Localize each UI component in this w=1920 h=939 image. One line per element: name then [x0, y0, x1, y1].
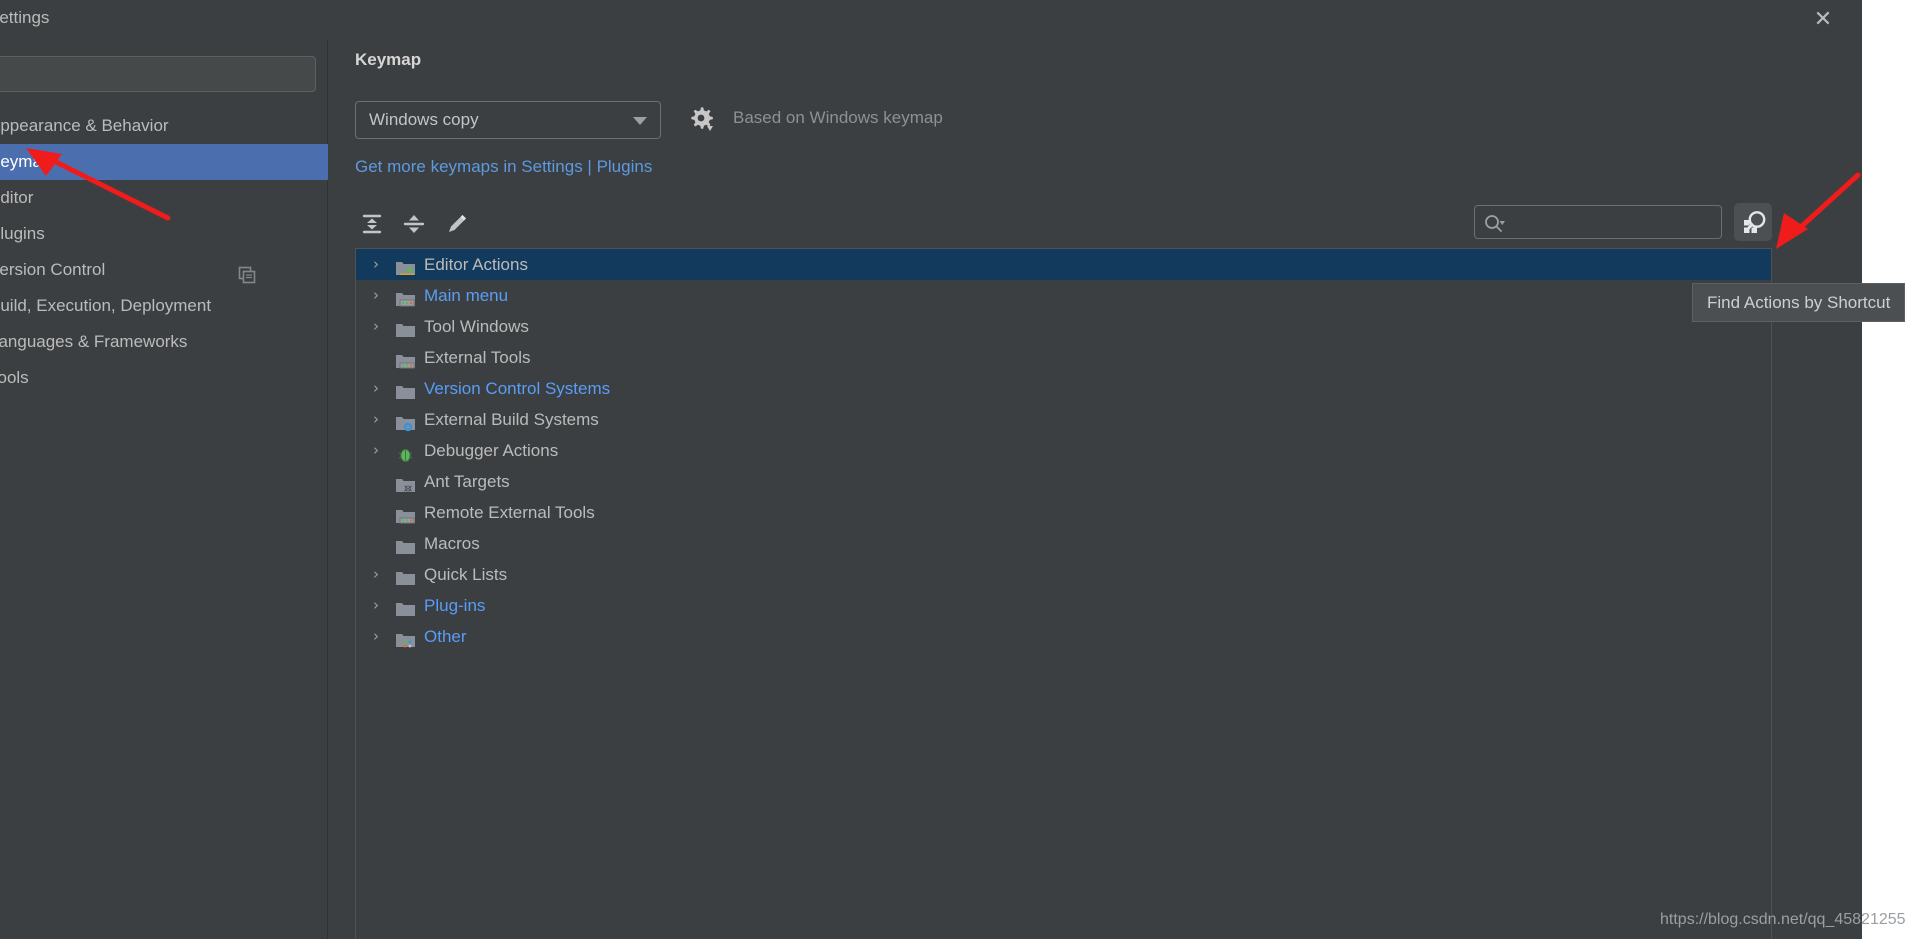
- chevron-right-icon[interactable]: ›: [368, 373, 384, 404]
- settings-dialog: Settings ✕ Appearance & Behavior Keymap …: [0, 0, 1862, 939]
- dialog-title: Settings: [0, 8, 50, 27]
- tree-row[interactable]: › Main menu: [356, 280, 1771, 311]
- chevron-right-icon[interactable]: ›: [368, 435, 384, 466]
- tree-row-label: Plug-ins: [424, 596, 486, 615]
- chevron-right-icon[interactable]: ›: [368, 621, 384, 652]
- tooltip-find-actions-by-shortcut: Find Actions by Shortcut: [1692, 283, 1906, 322]
- tree-row-label: Editor Actions: [424, 255, 528, 274]
- folder-icon: [396, 318, 415, 337]
- tree-row-label: Other: [424, 627, 467, 646]
- tree-row[interactable]: Ant Targets: [356, 466, 1771, 497]
- find-actions-by-shortcut-icon[interactable]: [1734, 203, 1772, 241]
- folder-tools-icon: [396, 349, 415, 369]
- keymap-tree[interactable]: › Editor Actions › Main menu › Tool Wind…: [355, 248, 1772, 939]
- bug-icon: [396, 442, 415, 462]
- folder-other-icon: [396, 628, 415, 648]
- sidebar-item-label: Editor: [0, 188, 34, 207]
- folder-icon: [396, 597, 415, 616]
- tree-row[interactable]: › Quick Lists: [356, 559, 1771, 590]
- sidebar-item-label: Languages & Frameworks: [0, 332, 188, 351]
- tree-row-label: Macros: [424, 534, 480, 553]
- sidebar-item-keymap[interactable]: Keymap: [0, 144, 328, 180]
- copy-icon[interactable]: [238, 261, 256, 284]
- tree-row[interactable]: › External Build Systems: [356, 404, 1771, 435]
- sidebar-item-list: Appearance & Behavior Keymap Editor Plug…: [0, 108, 328, 396]
- sidebar-item-languages-frameworks[interactable]: Languages & Frameworks: [0, 324, 328, 360]
- search-icon: [1483, 213, 1509, 233]
- watermark: https://blog.csdn.net/qq_45821255: [1660, 911, 1906, 928]
- keymap-select[interactable]: Windows copy: [355, 101, 661, 139]
- chevron-right-icon[interactable]: ›: [368, 249, 384, 280]
- sidebar-item-label: Version Control: [0, 260, 106, 279]
- chevron-right-icon[interactable]: ›: [368, 559, 384, 590]
- tree-row[interactable]: External Tools: [356, 342, 1771, 373]
- folder-icon: [396, 380, 415, 399]
- keymap-select-value: Windows copy: [369, 110, 479, 129]
- sidebar-item-label: Appearance & Behavior: [0, 116, 169, 135]
- folder-tools-icon: [396, 504, 415, 524]
- tree-row[interactable]: Macros: [356, 528, 1771, 559]
- sidebar-item-build-execution-deployment[interactable]: Build, Execution, Deployment: [0, 288, 328, 324]
- edit-shortcut-icon[interactable]: [440, 207, 474, 241]
- tree-row[interactable]: › Editor Actions: [356, 249, 1771, 280]
- folder-ant-icon: [396, 473, 415, 492]
- expand-all-icon[interactable]: [355, 207, 389, 241]
- folder-build-icon: [396, 411, 415, 432]
- get-more-keymaps-link[interactable]: Get more keymaps in Settings | Plugins: [355, 157, 652, 177]
- folder-editor-icon: [396, 256, 415, 275]
- tree-row[interactable]: › Plug-ins: [356, 590, 1771, 621]
- folder-icon: [396, 535, 415, 554]
- folder-menu-icon: [396, 287, 415, 307]
- tree-row[interactable]: › Other: [356, 621, 1771, 652]
- screenshot-root: ✕ 清单 Settings ✕: [0, 0, 1920, 939]
- sidebar-item-appearance-behavior[interactable]: Appearance & Behavior: [0, 108, 328, 144]
- tree-row[interactable]: › Version Control Systems: [356, 373, 1771, 404]
- sidebar-item-label: Plugins: [0, 224, 45, 243]
- sidebar-search-input[interactable]: [0, 56, 316, 92]
- close-icon[interactable]: ✕: [1808, 5, 1838, 35]
- tree-row-label: Ant Targets: [424, 472, 510, 491]
- search-input[interactable]: [1474, 205, 1722, 239]
- tree-row-label: Debugger Actions: [424, 441, 559, 460]
- keymap-pane: Keymap Windows copy Based on Windows key…: [329, 40, 1862, 939]
- chevron-right-icon[interactable]: ›: [368, 311, 384, 342]
- page-title: Keymap: [355, 50, 422, 69]
- background-browser-window: ✕ 清单: [1862, 0, 1920, 939]
- folder-icon: [396, 566, 415, 585]
- sidebar-item-tools[interactable]: Tools: [0, 360, 328, 396]
- collapse-all-icon[interactable]: [397, 207, 431, 241]
- settings-sidebar: Appearance & Behavior Keymap Editor Plug…: [0, 40, 328, 939]
- sidebar-item-label: Tools: [0, 368, 29, 387]
- chevron-down-icon: [633, 117, 647, 125]
- tree-row-label: Version Control Systems: [424, 379, 611, 398]
- tree-row-label: Main menu: [424, 286, 509, 305]
- based-on-keymap-text: Based on Windows keymap: [733, 108, 943, 127]
- dialog-titlebar: Settings ✕: [0, 0, 1862, 40]
- sidebar-item-plugins[interactable]: Plugins: [0, 216, 328, 252]
- tree-row[interactable]: › Tool Windows: [356, 311, 1771, 342]
- tree-row-label: Remote External Tools: [424, 503, 595, 522]
- sidebar-item-editor[interactable]: Editor: [0, 180, 328, 216]
- tree-row-label: External Build Systems: [424, 410, 599, 429]
- tree-row-label: Tool Windows: [424, 317, 529, 336]
- tree-row-label: External Tools: [424, 348, 531, 367]
- tree-row[interactable]: › Debugger Actions: [356, 435, 1771, 466]
- gear-icon[interactable]: [685, 104, 719, 136]
- chevron-right-icon[interactable]: ›: [368, 590, 384, 621]
- sidebar-item-label: Keymap: [0, 152, 52, 171]
- chevron-right-icon[interactable]: ›: [368, 404, 384, 435]
- sidebar-item-label: Build, Execution, Deployment: [0, 296, 212, 315]
- sidebar-item-version-control[interactable]: Version Control: [0, 252, 328, 288]
- chevron-right-icon[interactable]: ›: [368, 280, 384, 311]
- tree-row[interactable]: Remote External Tools: [356, 497, 1771, 528]
- tree-row-label: Quick Lists: [424, 565, 508, 584]
